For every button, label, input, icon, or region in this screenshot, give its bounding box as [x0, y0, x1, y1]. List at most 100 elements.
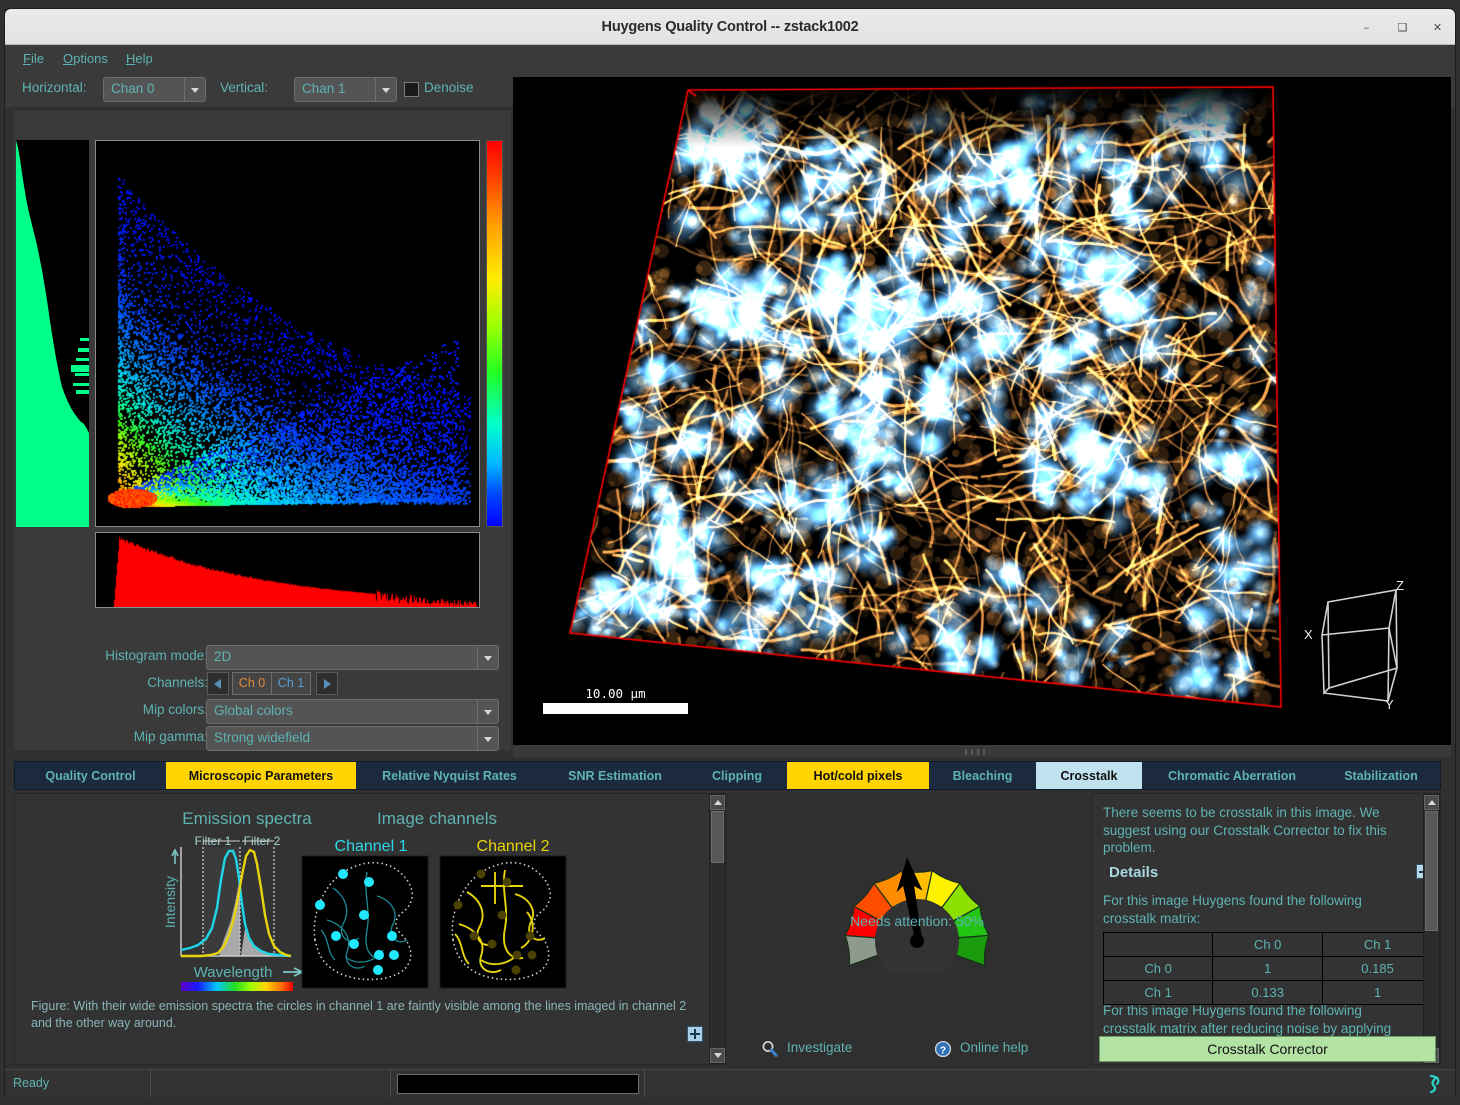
matrix-cell: 0.185 [1323, 957, 1433, 981]
channels-label: Channels: [147, 675, 208, 690]
histogram-mode-select[interactable]: 2D [206, 645, 499, 670]
wavelength-colorbar [181, 982, 293, 991]
chevron-down-icon[interactable] [184, 78, 205, 101]
2d-density-scatter[interactable] [95, 140, 480, 527]
denoise-label: Denoise [424, 80, 474, 95]
tab-clipping[interactable]: Clipping [687, 762, 787, 789]
menu-help[interactable]: Help [117, 45, 162, 73]
chevron-down-icon[interactable] [375, 78, 396, 101]
crosstalk-explanation-figure: Emission spectra Image channels Filter 1… [15, 800, 715, 995]
channel-button-ch0[interactable]: Ch 0 [232, 672, 272, 695]
histogram-mode-label: Histogram mode: [105, 648, 208, 663]
channels-row: Channels: Ch 0 Ch 1 [14, 672, 511, 696]
scroll-up-icon[interactable] [710, 795, 725, 810]
matrix-row: Ch 010.185 [1104, 957, 1433, 981]
online-help-button[interactable]: ? Online help [960, 1040, 1028, 1055]
wavelength-axis-label: Wavelength [194, 964, 273, 981]
tab-bleaching[interactable]: Bleaching [929, 762, 1036, 789]
vertical-channel-select[interactable]: Chan 1 [294, 77, 397, 102]
progress-bar [397, 1074, 639, 1094]
tab-relative-nyquist-rates[interactable]: Relative Nyquist Rates [356, 762, 543, 789]
details-scrollbar[interactable] [1423, 794, 1440, 1064]
denoise-checkbox[interactable] [404, 82, 419, 97]
channel2-title: Channel 2 [477, 838, 550, 855]
close-button[interactable]: ✕ [1429, 19, 1446, 36]
bottom-content-area: Emission spectra Image channels Filter 1… [14, 793, 1441, 1065]
axis-label-y: Y [1385, 697, 1394, 710]
gauge-label: Needs attention: 50% [742, 913, 1092, 929]
scroll-up-icon[interactable] [1424, 795, 1439, 810]
matrix-header-row: Ch 0Ch 1 [1104, 933, 1433, 957]
prev-channel-button[interactable] [207, 672, 229, 695]
scalebar [543, 703, 688, 714]
menu-options[interactable]: Options [54, 45, 117, 73]
orientation-axes-widget: Z X Y [1300, 580, 1418, 710]
density-colorbar [486, 140, 503, 527]
mip-colors-row: Mip colors: Global colors [14, 699, 511, 723]
spectra-plot: Intensity Wavelength [162, 841, 302, 991]
attention-gauge [742, 833, 1092, 973]
menu-bar: FFileile Options Help [5, 45, 1455, 73]
online-help-label: Online help [960, 1040, 1028, 1055]
status-cell-1: Ready [5, 1070, 151, 1097]
chevron-down-icon[interactable] [477, 700, 498, 723]
scroll-down-icon[interactable] [710, 1048, 725, 1063]
question-circle-icon: ? [934, 1040, 952, 1061]
image-channels-title: Image channels [377, 809, 497, 828]
vertical-label: Vertical: [220, 80, 268, 95]
scrollbar-thumb[interactable] [711, 811, 724, 863]
crosstalk-corrector-button[interactable]: Crosstalk Corrector [1099, 1036, 1436, 1062]
svg-text:?: ? [940, 1044, 946, 1056]
horizontal-marginal-histogram [95, 532, 480, 608]
crosstalk-matrix-table: Ch 0Ch 1Ch 010.185Ch 10.1331 [1103, 932, 1433, 1005]
matrix-intro: For this image Huygens found the followi… [1103, 892, 1415, 927]
figure-scrollbar[interactable] [709, 794, 726, 1064]
channel1-title: Channel 1 [335, 838, 408, 855]
application-window: Huygens Quality Control -- zstack1002 – … [0, 0, 1460, 1105]
tab-hot-cold-pixels[interactable]: Hot/cold pixels [787, 762, 929, 789]
status-cell-2 [151, 1070, 391, 1097]
details-header: Details [1109, 864, 1158, 881]
horizontal-channel-select[interactable]: Chan 0 [103, 77, 206, 102]
tab-microscopic-parameters[interactable]: Microscopic Parameters [166, 762, 356, 789]
tab-snr-estimation[interactable]: SNR Estimation [543, 762, 687, 789]
viewport-splitter[interactable] [513, 745, 1451, 757]
attention-gauge-panel: Needs attention: 50% Investigate ? [742, 793, 1092, 1065]
tab-quality-control[interactable]: Quality Control [15, 762, 166, 789]
investigate-label: Investigate [787, 1040, 852, 1055]
scrollbar-thumb[interactable] [1425, 811, 1438, 931]
tab-crosstalk[interactable]: Crosstalk [1036, 762, 1142, 789]
scalebar-label: 10.00 µm [543, 686, 688, 701]
vertical-channel-value: Chan 1 [302, 81, 346, 96]
chevron-down-icon[interactable] [477, 646, 498, 669]
matrix-row-label: Ch 0 [1104, 957, 1213, 981]
matrix-intro-2: For this image Huygens found the followi… [1103, 1002, 1415, 1037]
axis-label-x: X [1304, 627, 1313, 642]
mip-colors-select[interactable]: Global colors [206, 699, 499, 724]
chevron-down-icon[interactable] [477, 727, 498, 750]
emission-spectra-title: Emission spectra [182, 809, 312, 828]
horizontal-channel-value: Chan 0 [111, 81, 155, 96]
tab-chromatic-aberration[interactable]: Chromatic Aberration [1142, 762, 1322, 789]
histogram-mode-value: 2D [214, 649, 231, 664]
next-channel-button[interactable] [316, 672, 338, 695]
investigate-button[interactable]: Investigate [787, 1040, 852, 1055]
mip-colors-label: Mip colors: [143, 702, 208, 717]
channel2-thumbnail [440, 856, 566, 988]
menu-file[interactable]: FFileile [14, 45, 53, 73]
mip-gamma-label: Mip gamma: [134, 729, 208, 744]
matrix-row-label: Ch 1 [1104, 981, 1213, 1005]
histogram-mode-row: Histogram mode: 2D [14, 645, 511, 669]
matrix-cell: 1 [1323, 981, 1433, 1005]
analysis-tab-bar: Quality ControlMicroscopic ParametersRel… [14, 761, 1441, 790]
crosstalk-figure-document: Emission spectra Image channels Filter 1… [14, 793, 726, 1065]
channel-button-ch1[interactable]: Ch 1 [271, 672, 311, 695]
matrix-cell: 1 [1213, 957, 1323, 981]
minimize-button[interactable]: – [1358, 19, 1375, 36]
tab-stabilization[interactable]: Stabilization [1322, 762, 1440, 789]
mip-gamma-select[interactable]: Strong widefield [206, 726, 499, 751]
expand-figure-icon[interactable] [687, 1026, 703, 1042]
status-bar: Ready [5, 1069, 1455, 1097]
maximize-button[interactable]: ❑ [1394, 19, 1411, 36]
magnifier-icon [761, 1040, 779, 1061]
